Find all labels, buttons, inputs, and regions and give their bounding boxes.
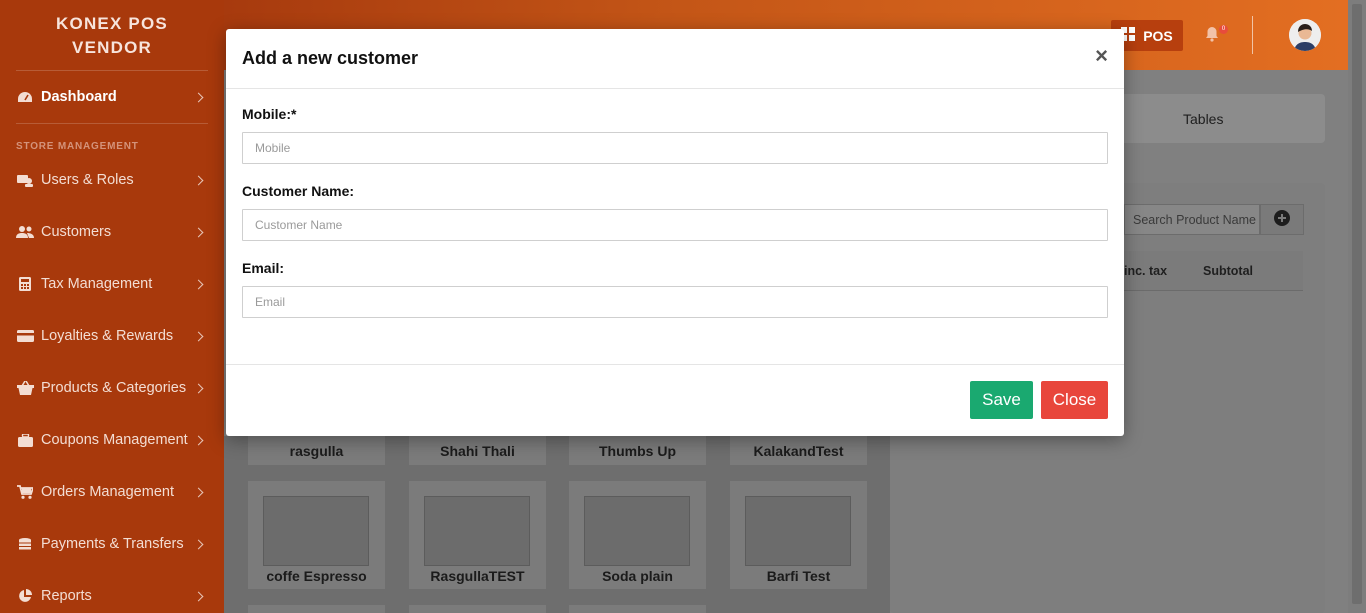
sidebar-item-label: Products & Categories (41, 380, 187, 396)
scrollbar-thumb[interactable] (1352, 4, 1362, 604)
sidebar-item-label: Payments & Transfers (41, 536, 184, 552)
product-image (745, 496, 851, 566)
product-card[interactable] (409, 605, 546, 613)
product-name: Shahi Thali (440, 443, 515, 459)
product-card[interactable]: Thumbs Up (569, 436, 706, 465)
credit-card-icon (16, 329, 34, 343)
product-card[interactable] (569, 605, 706, 613)
product-card[interactable]: KalakandTest (730, 436, 867, 465)
product-name: coffe Espresso (266, 568, 367, 584)
column-header-inc-tax: inc. tax (1124, 264, 1168, 278)
customer-name-input[interactable] (242, 209, 1108, 241)
sidebar-item-payments-transfers[interactable]: Payments & Transfers (0, 518, 224, 570)
page-scrollbar[interactable] (1348, 0, 1366, 613)
sidebar-section-title: STORE MANAGEMENT (16, 141, 139, 152)
sidebar-item-label: Tax Management (41, 276, 153, 292)
tab-tables[interactable]: Tables (1118, 94, 1325, 143)
chevron-right-icon (193, 331, 204, 341)
customers-icon (16, 225, 34, 239)
modal-footer: Save Close (226, 365, 1124, 435)
sidebar-item-coupons-management[interactable]: Coupons Management (0, 414, 224, 466)
product-card[interactable]: RasgullaTEST (409, 481, 546, 589)
product-card[interactable]: Soda plain (569, 481, 706, 589)
chevron-right-icon (193, 435, 204, 445)
product-card[interactable] (248, 605, 385, 613)
product-card[interactable]: Barfi Test (730, 481, 867, 589)
chevron-right-icon (193, 539, 204, 549)
avatar[interactable] (1289, 19, 1321, 51)
product-image (263, 496, 369, 566)
product-name: Soda plain (602, 568, 673, 584)
chevron-right-icon (193, 383, 204, 393)
sidebar-item-loyalties-rewards[interactable]: Loyalties & Rewards (0, 310, 224, 362)
sidebar-item-label: Orders Management (41, 484, 174, 500)
chevron-right-icon (193, 175, 204, 185)
column-header-subtotal: Subtotal (1203, 264, 1253, 278)
customer-name-label: Customer Name: (242, 183, 355, 199)
product-card[interactable]: coffe Espresso (248, 481, 385, 589)
cart-icon (16, 485, 34, 499)
plus-circle-icon (1274, 210, 1290, 229)
product-grid: rasgulla Shahi Thali Thumbs Up KalakandT… (224, 436, 890, 613)
sidebar-item-label: Dashboard (41, 89, 117, 105)
close-icon[interactable]: × (1095, 45, 1108, 67)
topbar-divider (1252, 16, 1253, 54)
modal-title: Add a new customer (242, 48, 419, 68)
cart-table-header: inc. tax Subtotal (1118, 251, 1303, 291)
product-name: RasgullaTEST (430, 568, 525, 584)
product-name: rasgulla (289, 443, 344, 459)
chevron-right-icon (193, 279, 204, 289)
product-name: Barfi Test (766, 568, 831, 584)
sidebar-item-reports[interactable]: Reports (0, 570, 224, 613)
sidebar-item-orders-management[interactable]: Orders Management (0, 466, 224, 518)
email-label: Email: (242, 260, 285, 276)
users-roles-icon (16, 173, 34, 187)
product-name: KalakandTest (753, 443, 844, 459)
brand-line-1: KONEX POS (56, 14, 168, 33)
mobile-label: Mobile:* (242, 106, 297, 122)
chevron-right-icon (193, 92, 204, 102)
chevron-right-icon (193, 487, 204, 497)
sidebar-item-products-categories[interactable]: Products & Categories (0, 362, 224, 414)
brand-logo: KONEX POS VENDOR (0, 0, 224, 70)
chevron-right-icon (193, 227, 204, 237)
product-card[interactable]: rasgulla (248, 436, 385, 465)
sidebar-item-label: Loyalties & Rewards (41, 328, 174, 344)
product-card[interactable]: Shahi Thali (409, 436, 546, 465)
sidebar-item-label: Customers (41, 224, 112, 240)
calculator-icon (16, 277, 34, 291)
close-button[interactable]: Close (1041, 381, 1108, 419)
pos-button-label: POS (1143, 27, 1173, 44)
tab-label: Tables (1183, 111, 1224, 127)
sidebar-item-users-roles[interactable]: Users & Roles (0, 154, 224, 206)
save-button[interactable]: Save (970, 381, 1033, 419)
sidebar-item-customers[interactable]: Customers (0, 206, 224, 258)
modal-body: Mobile:* Customer Name: Email: (226, 89, 1124, 365)
mobile-input[interactable] (242, 132, 1108, 164)
product-search-input[interactable]: Search Product Name (1124, 204, 1260, 235)
brand-line-2: VENDOR (72, 38, 152, 57)
pie-chart-icon (16, 589, 34, 603)
email-input[interactable] (242, 286, 1108, 318)
product-image (424, 496, 530, 566)
sidebar-item-label: Users & Roles (41, 172, 134, 188)
product-name: Thumbs Up (599, 443, 676, 459)
sidebar-item-label: Reports (41, 588, 92, 604)
add-product-button[interactable] (1260, 204, 1304, 235)
product-image (584, 496, 690, 566)
dashboard-icon (16, 90, 34, 104)
sidebar-item-dashboard[interactable]: Dashboard (0, 71, 224, 123)
sidebar: KONEX POS VENDOR Dashboard STORE MANAGEM… (0, 0, 224, 613)
chevron-right-icon (193, 591, 204, 601)
notification-badge: 0 (1219, 25, 1228, 34)
add-customer-modal: Add a new customer × Mobile:* Customer N… (226, 29, 1124, 436)
coins-icon (16, 537, 34, 551)
basket-icon (16, 381, 34, 395)
sidebar-item-label: Coupons Management (41, 432, 188, 448)
modal-header: Add a new customer × (226, 29, 1124, 89)
sidebar-item-tax-management[interactable]: Tax Management (0, 258, 224, 310)
briefcase-icon (16, 433, 34, 447)
